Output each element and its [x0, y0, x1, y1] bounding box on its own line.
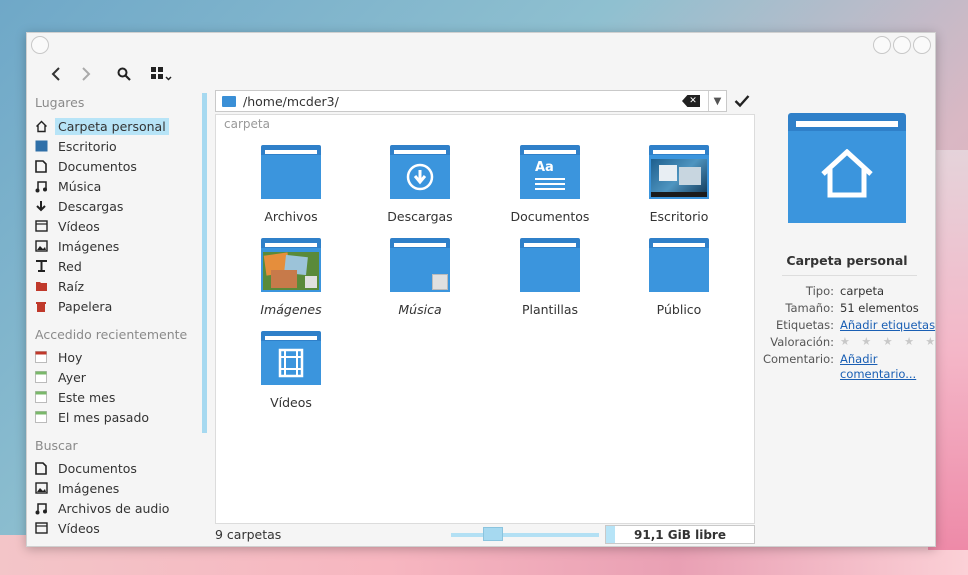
sidebar-item-carpeta-personal[interactable]: Carpeta personal: [33, 116, 201, 136]
folder-images-icon: [261, 238, 321, 292]
sidebar-item-videos[interactable]: Vídeos: [33, 216, 201, 236]
sidebar-item-buscar-videos[interactable]: Vídeos: [33, 518, 201, 538]
calendar-today-icon: [33, 349, 49, 365]
folder-icon: [222, 95, 236, 107]
folder-musica[interactable]: Música: [360, 230, 480, 320]
image-icon: [33, 480, 49, 496]
folder-documentos[interactable]: Aa Documentos: [490, 137, 610, 227]
download-icon: [33, 198, 49, 214]
forward-button[interactable]: [73, 61, 99, 87]
folder-publico[interactable]: Público: [619, 230, 739, 320]
trash-icon: [33, 298, 49, 314]
item-count: 9 carpetas: [215, 527, 282, 542]
file-manager-window: Lugares Carpeta personal Escritorio Docu…: [26, 32, 936, 547]
sidebar-item-buscar-documentos[interactable]: Documentos: [33, 458, 201, 478]
toolbar: [27, 61, 935, 87]
home-icon: [33, 118, 49, 134]
checkmark-icon: [734, 95, 750, 108]
places-sidebar: Lugares Carpeta personal Escritorio Docu…: [27, 93, 207, 548]
sidebar-item-red[interactable]: Red: [33, 256, 201, 276]
sidebar-scrollbar[interactable]: [202, 93, 207, 433]
status-bar: 9 carpetas 91,1 GiB libre: [215, 525, 755, 545]
confirm-location-button[interactable]: [732, 90, 752, 112]
sidebar-item-descargas[interactable]: Descargas: [33, 196, 201, 216]
sidebar-item-documentos[interactable]: Documentos: [33, 156, 201, 176]
folder-videos-icon: [261, 331, 321, 385]
music-icon: [33, 500, 49, 516]
close-button[interactable]: [913, 36, 931, 54]
folder-icon: [261, 145, 321, 199]
window-menu-button[interactable]: [31, 36, 49, 54]
file-view: carpeta Archivos Descargas Aa Documentos: [215, 114, 755, 524]
calendar-lastmonth-icon: [33, 409, 49, 425]
sidebar-item-buscar-audio[interactable]: Archivos de audio: [33, 498, 201, 518]
video-icon: [33, 218, 49, 234]
folder-archivos[interactable]: Archivos: [231, 137, 351, 227]
sidebar-item-hoy[interactable]: Hoy: [33, 347, 201, 367]
sidebar-item-imagenes[interactable]: Imágenes: [33, 236, 201, 256]
sidebar-item-papelera[interactable]: Papelera: [33, 296, 201, 316]
forward-icon: [82, 67, 91, 81]
search-icon: [117, 67, 131, 81]
search-button[interactable]: [111, 61, 137, 87]
back-button[interactable]: [43, 61, 69, 87]
add-tags-link[interactable]: Añadir etiquetas: [840, 318, 935, 332]
information-panel: Carpeta personal Tipo: carpeta Tamaño: 5…: [762, 93, 935, 513]
view-mode-button[interactable]: [143, 61, 179, 87]
sidebar-section-title: Buscar: [35, 438, 78, 453]
calendar-yesterday-icon: [33, 369, 49, 385]
home-folder-icon: [788, 113, 906, 223]
video-icon: [33, 520, 49, 536]
folder-imagenes[interactable]: Imágenes: [231, 230, 351, 320]
titlebar: [27, 33, 935, 57]
folder-videos[interactable]: Vídeos: [231, 323, 351, 413]
network-icon: [33, 258, 49, 274]
folder-descargas[interactable]: Descargas: [360, 137, 480, 227]
chevron-down-icon[interactable]: ▼: [708, 91, 726, 111]
folder-music-icon: [390, 238, 450, 292]
sidebar-section-title: Accedido recientemente: [35, 327, 188, 342]
document-icon: [33, 460, 49, 476]
sidebar-item-este-mes[interactable]: Este mes: [33, 387, 201, 407]
folder-download-icon: [390, 145, 450, 199]
clear-icon[interactable]: ✕: [682, 95, 700, 107]
sidebar-item-buscar-imagenes[interactable]: Imágenes: [33, 478, 201, 498]
rating-stars[interactable]: ★ ★ ★ ★ ★: [840, 335, 939, 348]
home-icon: [821, 149, 873, 198]
desktop-icon: [33, 138, 49, 154]
group-header: carpeta: [224, 117, 270, 131]
calendar-month-icon: [33, 389, 49, 405]
folder-escritorio[interactable]: Escritorio: [619, 137, 739, 227]
document-icon: [33, 158, 49, 174]
sidebar-section-title: Lugares: [35, 95, 85, 110]
folder-desktop-icon: [649, 145, 709, 199]
info-title: Carpeta personal: [786, 253, 908, 268]
sidebar-item-ayer[interactable]: Ayer: [33, 367, 201, 387]
location-path[interactable]: /home/mcder3/: [243, 94, 682, 109]
view-mode-icon: [151, 67, 172, 81]
sidebar-item-escritorio[interactable]: Escritorio: [33, 136, 201, 156]
location-bar[interactable]: /home/mcder3/ ✕ ▼: [215, 90, 727, 112]
maximize-button[interactable]: [893, 36, 911, 54]
back-icon: [51, 67, 60, 81]
music-icon: [33, 178, 49, 194]
root-folder-icon: [33, 278, 49, 294]
folder-plantillas[interactable]: Plantillas: [490, 230, 610, 320]
divider: [782, 275, 917, 276]
minimize-button[interactable]: [873, 36, 891, 54]
zoom-slider-track[interactable]: [451, 533, 599, 537]
sidebar-item-raiz[interactable]: Raíz: [33, 276, 201, 296]
free-space-indicator[interactable]: 91,1 GiB libre: [605, 525, 755, 544]
zoom-slider-handle[interactable]: [483, 527, 503, 541]
folder-icon: [520, 238, 580, 292]
sidebar-item-el-mes-pasado[interactable]: El mes pasado: [33, 407, 201, 427]
folder-icon: [649, 238, 709, 292]
folder-documents-icon: Aa: [520, 145, 580, 199]
image-icon: [33, 238, 49, 254]
sidebar-item-musica[interactable]: Música: [33, 176, 201, 196]
add-comment-link[interactable]: Añadir comentario...: [840, 352, 920, 382]
